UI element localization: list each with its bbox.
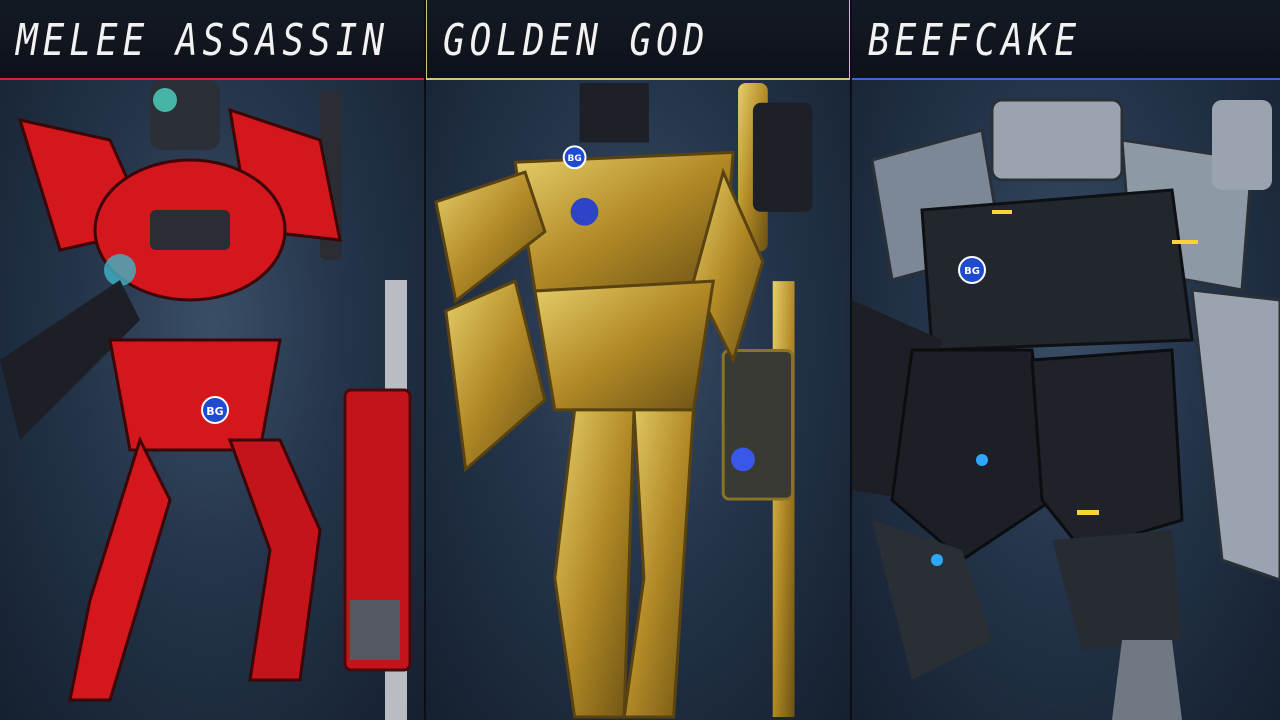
right-foot bbox=[1112, 640, 1182, 720]
right-leg bbox=[622, 408, 696, 719]
panel-title-bar: MELEE ASSASSIN bbox=[0, 0, 424, 80]
panel-title-bar: GOLDEN GOD bbox=[426, 0, 850, 80]
mech-gold-illustration: BG bbox=[434, 82, 813, 719]
left-forearm bbox=[444, 279, 547, 473]
mech-render-red: BG bbox=[0, 80, 424, 720]
mech-black-illustration: BG bbox=[852, 98, 1280, 720]
panel-title: MELEE ASSASSIN bbox=[16, 14, 389, 66]
joint-light bbox=[931, 554, 943, 566]
mech-red-illustration: BG bbox=[0, 80, 412, 720]
left-arm bbox=[434, 170, 547, 304]
joint-light bbox=[976, 454, 988, 466]
missile-pod bbox=[752, 102, 813, 212]
knee-light bbox=[1077, 510, 1099, 515]
right-arm bbox=[1190, 288, 1280, 582]
chest-light bbox=[570, 197, 599, 226]
mech-render-black: BG bbox=[852, 80, 1280, 720]
panel-beefcake: BEEFCAKE BG bbox=[852, 0, 1280, 720]
panel-golden-god: GOLDEN GOD BG bbox=[424, 0, 852, 720]
mech-render-gold: BG bbox=[426, 80, 850, 720]
left-thigh bbox=[890, 348, 1054, 562]
right-thigh bbox=[1030, 348, 1184, 552]
rifle-light bbox=[731, 447, 755, 472]
right-leg bbox=[227, 438, 322, 682]
head-unit bbox=[990, 98, 1124, 182]
emblem-label: BG bbox=[568, 154, 582, 164]
left-leg bbox=[68, 436, 172, 702]
emblem-label: BG bbox=[206, 405, 223, 418]
shoulder-light bbox=[1172, 240, 1198, 244]
panel-title: BEEFCAKE bbox=[868, 14, 1082, 66]
emblem-label: BG bbox=[964, 266, 980, 277]
back-unit bbox=[579, 82, 649, 143]
title-accent-line bbox=[0, 78, 424, 80]
title-accent-line bbox=[427, 78, 849, 80]
left-leg bbox=[553, 408, 636, 719]
mech-comparison-stage: MELEE ASSASSIN BG GOLDEN GOD BG BEEFCAKE… bbox=[0, 0, 1280, 720]
pelvis-armor bbox=[108, 338, 282, 452]
title-accent-line bbox=[852, 78, 1280, 80]
head-sensor-light bbox=[153, 88, 177, 112]
pelvis-armor bbox=[533, 279, 716, 412]
rifle-magazine bbox=[350, 600, 400, 660]
rifle-body bbox=[721, 348, 795, 501]
panel-melee-assassin: MELEE ASSASSIN BG bbox=[0, 0, 424, 720]
right-shin bbox=[1052, 530, 1182, 650]
chest-vent bbox=[150, 210, 230, 250]
panel-title-bar: BEEFCAKE bbox=[852, 0, 1280, 80]
back-unit bbox=[1212, 100, 1272, 190]
torso-light bbox=[992, 210, 1012, 214]
panel-title: GOLDEN GOD bbox=[443, 14, 710, 66]
